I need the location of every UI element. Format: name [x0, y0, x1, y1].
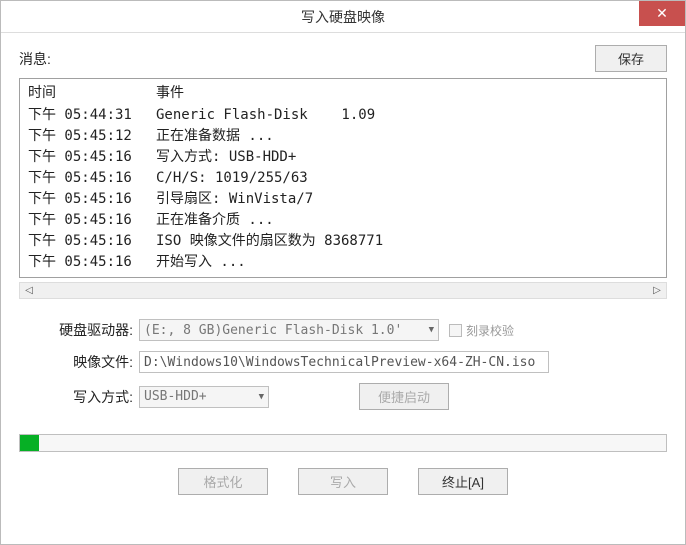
log-event: 引导扇区: WinVista/7 [156, 189, 658, 210]
log-list[interactable]: 时间 事件 下午 05:44:31Generic Flash-Disk 1.09… [19, 78, 667, 278]
log-event: C/H/S: 1019/255/63 [156, 168, 658, 189]
log-time: 下午 05:45:16 [28, 147, 156, 168]
log-row[interactable]: 下午 05:45:16正在准备介质 ... [28, 210, 658, 231]
button-bar: 格式化 写入 终止[A] [19, 468, 667, 513]
format-button-label: 格式化 [203, 475, 242, 490]
log-time: 下午 05:45:12 [28, 126, 156, 147]
log-rows: 下午 05:44:31Generic Flash-Disk 1.09下午 05:… [20, 105, 666, 273]
abort-button[interactable]: 终止[A] [418, 468, 508, 495]
image-label: 映像文件: [29, 352, 139, 372]
mode-row: 写入方式: USB-HDD+ ▼ 便捷启动 [29, 383, 657, 410]
checkbox-box-icon [449, 324, 462, 337]
save-button-label: 保存 [618, 52, 644, 67]
close-button[interactable]: ✕ [639, 1, 685, 26]
save-button[interactable]: 保存 [595, 45, 667, 72]
boot-menu-button[interactable]: 便捷启动 [359, 383, 449, 410]
boot-menu-label: 便捷启动 [378, 390, 430, 405]
content-area: 消息: 保存 时间 事件 下午 05:44:31Generic Flash-Di… [1, 33, 685, 544]
title-bar: 写入硬盘映像 ✕ [1, 1, 685, 33]
verify-label: 刻录校验 [466, 322, 514, 339]
window-title: 写入硬盘映像 [301, 7, 385, 27]
log-row[interactable]: 下午 05:44:31Generic Flash-Disk 1.09 [28, 105, 658, 126]
log-time: 下午 05:45:16 [28, 168, 156, 189]
chevron-down-icon: ▼ [259, 392, 264, 402]
write-button-label: 写入 [330, 475, 356, 490]
abort-button-label: 终止[A] [442, 475, 484, 490]
log-time: 下午 05:45:16 [28, 231, 156, 252]
write-button[interactable]: 写入 [298, 468, 388, 495]
format-button[interactable]: 格式化 [178, 468, 268, 495]
disk-drive-combo[interactable]: (E:, 8 GB)Generic Flash-Disk 1.0' ▼ [139, 319, 439, 341]
log-header: 时间 事件 [20, 79, 666, 105]
write-mode-combo[interactable]: USB-HDD+ ▼ [139, 386, 269, 408]
disk-drive-value: (E:, 8 GB)Generic Flash-Disk 1.0' [144, 323, 402, 338]
disk-label: 硬盘驱动器: [29, 320, 139, 340]
log-row[interactable]: 下午 05:45:16ISO 映像文件的扇区数为 8368771 [28, 231, 658, 252]
log-event: Generic Flash-Disk 1.09 [156, 105, 658, 126]
write-mode-value: USB-HDD+ [144, 389, 207, 404]
mode-label: 写入方式: [29, 387, 139, 407]
log-row[interactable]: 下午 05:45:16写入方式: USB-HDD+ [28, 147, 658, 168]
scroll-right-icon[interactable]: ▷ [650, 284, 664, 298]
message-label: 消息: [19, 49, 595, 69]
disk-row: 硬盘驱动器: (E:, 8 GB)Generic Flash-Disk 1.0'… [29, 319, 657, 341]
close-icon: ✕ [656, 5, 668, 22]
log-row[interactable]: 下午 05:45:16C/H/S: 1019/255/63 [28, 168, 658, 189]
log-row[interactable]: 下午 05:45:16开始写入 ... [28, 252, 658, 273]
log-time: 下午 05:44:31 [28, 105, 156, 126]
image-file-field[interactable]: D:\Windows10\WindowsTechnicalPreview-x64… [139, 351, 549, 373]
log-event: ISO 映像文件的扇区数为 8368771 [156, 231, 658, 252]
log-event: 开始写入 ... [156, 252, 658, 273]
log-time: 下午 05:45:16 [28, 210, 156, 231]
image-row: 映像文件: D:\Windows10\WindowsTechnicalPrevi… [29, 351, 657, 373]
horizontal-scrollbar[interactable]: ◁ ▷ [19, 282, 667, 299]
log-time: 下午 05:45:16 [28, 252, 156, 273]
log-event: 写入方式: USB-HDD+ [156, 147, 658, 168]
column-header-event: 事件 [156, 82, 658, 102]
dialog-window: 写入硬盘映像 ✕ 消息: 保存 时间 事件 下午 05:44:31Generic… [0, 0, 686, 545]
image-file-value: D:\Windows10\WindowsTechnicalPreview-x64… [144, 355, 535, 370]
log-event: 正在准备数据 ... [156, 126, 658, 147]
log-event: 正在准备介质 ... [156, 210, 658, 231]
progress-fill [20, 435, 39, 451]
progress-bar [19, 434, 667, 452]
message-row: 消息: 保存 [19, 45, 667, 72]
verify-checkbox[interactable]: 刻录校验 [449, 322, 514, 339]
column-header-time: 时间 [28, 82, 156, 102]
log-time: 下午 05:45:16 [28, 189, 156, 210]
form-area: 硬盘驱动器: (E:, 8 GB)Generic Flash-Disk 1.0'… [19, 319, 667, 420]
log-row[interactable]: 下午 05:45:12正在准备数据 ... [28, 126, 658, 147]
scroll-left-icon[interactable]: ◁ [22, 284, 36, 298]
log-row[interactable]: 下午 05:45:16引导扇区: WinVista/7 [28, 189, 658, 210]
chevron-down-icon: ▼ [429, 325, 434, 335]
